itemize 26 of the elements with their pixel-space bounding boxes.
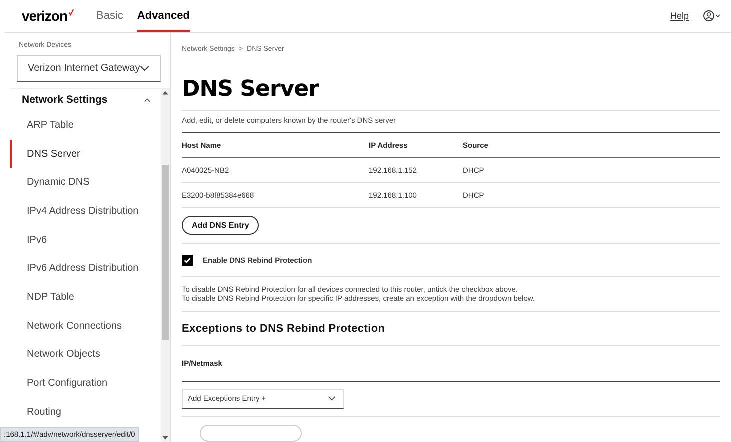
scroll-down-icon[interactable] [161, 434, 170, 442]
help-link[interactable]: Help [670, 11, 689, 21]
page-title: DNS Server [182, 77, 320, 102]
sidebar-item[interactable]: IPv6 [10, 226, 161, 254]
checkbox[interactable] [182, 254, 193, 266]
sidebar-item[interactable]: Port Configuration [10, 369, 161, 398]
chevron-down-icon [140, 65, 150, 72]
sidebar-item[interactable]: Network Objects [10, 340, 161, 370]
sidebar-item[interactable]: Routing [10, 398, 161, 427]
nav-tab[interactable]: Basic [96, 0, 124, 32]
scroll-up-icon[interactable] [161, 89, 170, 97]
sidebar-item[interactable]: NDP Table [10, 283, 161, 312]
caret-icon[interactable] [144, 98, 151, 102]
sidebar-item[interactable]: IPv6 Address Distribution [10, 254, 161, 284]
add-dns-entry-button[interactable]: Add DNS Entry [182, 216, 260, 236]
nav-tab[interactable]: Advanced [137, 0, 190, 32]
device-dropdown[interactable]: Verizon Internet Gateway [17, 55, 161, 82]
sidebar-item[interactable]: Network Connections [10, 312, 161, 340]
sidebar-item[interactable]: ARP Table [10, 111, 161, 140]
sidebar-item[interactable]: Dynamic DNS [10, 168, 161, 198]
section-heading: Exceptions to DNS Rebind Protection [182, 322, 386, 335]
sidebar-item[interactable]: IPv4 Address Distribution [10, 197, 161, 226]
chevron-down-icon [328, 396, 336, 402]
section-header[interactable]: Network Settings [10, 89, 161, 111]
verizon-logo: verizon [22, 8, 74, 24]
user-menu-icon[interactable] [703, 10, 721, 22]
